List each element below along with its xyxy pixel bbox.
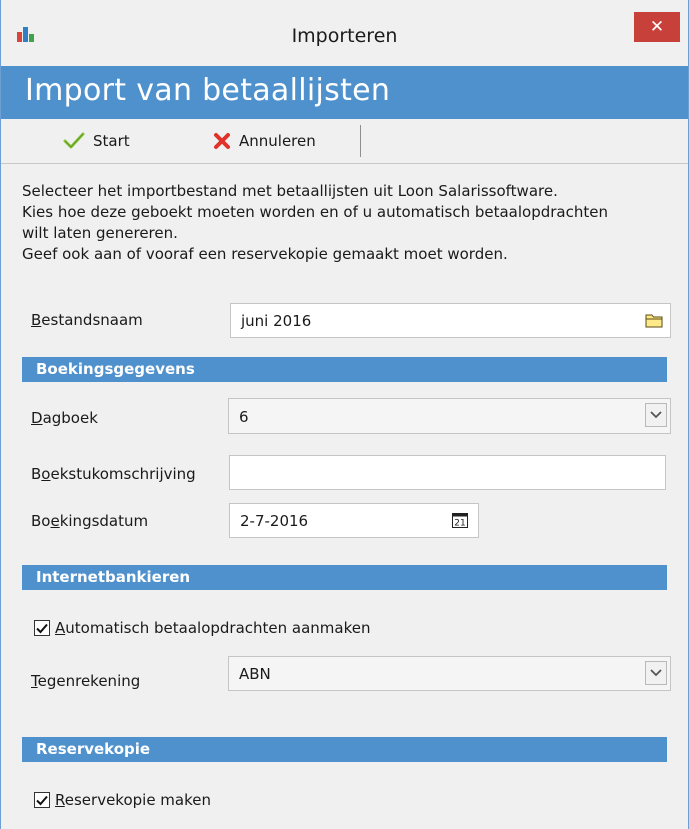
checkbox-label: Reservekopie maken bbox=[55, 791, 211, 809]
instructions-line: Geef ook aan of vooraf een reservekopie … bbox=[22, 245, 508, 263]
label-accesskey: A bbox=[55, 619, 66, 637]
checkmark-icon bbox=[63, 132, 85, 150]
label-text: eservekopie maken bbox=[64, 791, 211, 809]
boekstuk-label: Boekstukomschrijving bbox=[31, 465, 196, 483]
boekingsdatum-value: 2-7-2016 bbox=[240, 511, 309, 530]
instructions-text: Selecteer het importbestand met betaalli… bbox=[22, 181, 672, 265]
boekingsdatum-input[interactable]: 2-7-2016 21 bbox=[229, 503, 479, 538]
cancel-label: Annuleren bbox=[239, 132, 316, 150]
tegenrekening-select[interactable]: ABN bbox=[228, 656, 671, 691]
checkbox-box[interactable] bbox=[34, 620, 50, 636]
label-text: agboek bbox=[42, 409, 98, 427]
reservekopie-checkbox[interactable]: Reservekopie maken bbox=[34, 791, 211, 809]
chevron-down-icon[interactable] bbox=[645, 403, 667, 427]
bestandsnaam-label: Bestandsnaam bbox=[31, 311, 143, 329]
calendar-icon[interactable]: 21 bbox=[450, 511, 470, 529]
tegenrekening-value: ABN bbox=[239, 665, 271, 683]
label-text: B bbox=[31, 465, 42, 483]
auto-betaalopdrachten-checkbox[interactable]: Automatisch betaalopdrachten aanmaken bbox=[34, 619, 371, 637]
label-accesskey: R bbox=[55, 791, 65, 809]
import-dialog: Importeren ✕ Import van betaallijsten St… bbox=[0, 0, 689, 829]
instructions-line: wilt laten genereren. bbox=[22, 224, 178, 242]
red-x-icon bbox=[213, 132, 231, 150]
label-accesskey: e bbox=[50, 512, 60, 530]
section-reservekopie: Reservekopie bbox=[22, 737, 667, 762]
header-banner: Import van betaallijsten bbox=[1, 66, 688, 119]
dagboek-select[interactable]: 6 bbox=[228, 398, 671, 434]
start-label: Start bbox=[93, 132, 130, 150]
label-accesskey: D bbox=[31, 409, 43, 427]
label-text: ekstukomschrijving bbox=[50, 465, 196, 483]
chevron-down-icon[interactable] bbox=[645, 661, 667, 685]
boekstukomschrijving-input[interactable] bbox=[229, 455, 666, 490]
cancel-button[interactable]: Annuleren bbox=[213, 119, 316, 163]
folder-icon[interactable] bbox=[644, 311, 664, 329]
bestandsnaam-value: juni 2016 bbox=[241, 311, 312, 330]
instructions-line: Kies hoe deze geboekt moeten worden en o… bbox=[22, 203, 608, 221]
page-title: Import van betaallijsten bbox=[25, 73, 391, 108]
label-text: utomatisch betaalopdrachten aanmaken bbox=[65, 619, 371, 637]
label-text: kingsdatum bbox=[59, 512, 149, 530]
label-accesskey: B bbox=[31, 311, 42, 329]
close-button[interactable]: ✕ bbox=[634, 12, 680, 42]
label-text: egenrekening bbox=[37, 672, 141, 690]
window-title: Importeren bbox=[291, 25, 398, 47]
label-accesskey: T bbox=[31, 672, 38, 690]
boekingsdatum-label: Boekingsdatum bbox=[31, 512, 148, 530]
title-bar: Importeren ✕ bbox=[1, 0, 688, 66]
checkbox-label: Automatisch betaalopdrachten aanmaken bbox=[55, 619, 371, 637]
bestandsnaam-field[interactable]: juni 2016 bbox=[230, 303, 671, 338]
section-boekingsgegevens: Boekingsgegevens bbox=[22, 357, 667, 382]
instructions-line: Selecteer het importbestand met betaalli… bbox=[22, 182, 558, 200]
dagboek-label: Dagboek bbox=[31, 409, 98, 427]
start-button[interactable]: Start bbox=[63, 119, 130, 163]
checkbox-box[interactable] bbox=[34, 792, 50, 808]
svg-text:21: 21 bbox=[454, 518, 465, 528]
toolbar: Start Annuleren bbox=[1, 119, 688, 164]
label-text: Bo bbox=[31, 512, 51, 530]
toolbar-separator bbox=[360, 125, 361, 157]
tegenrekening-label: Tegenrekening bbox=[31, 672, 140, 690]
section-internetbankieren: Internetbankieren bbox=[22, 565, 667, 590]
dagboek-value: 6 bbox=[239, 408, 249, 426]
label-text: estandsnaam bbox=[41, 311, 143, 329]
